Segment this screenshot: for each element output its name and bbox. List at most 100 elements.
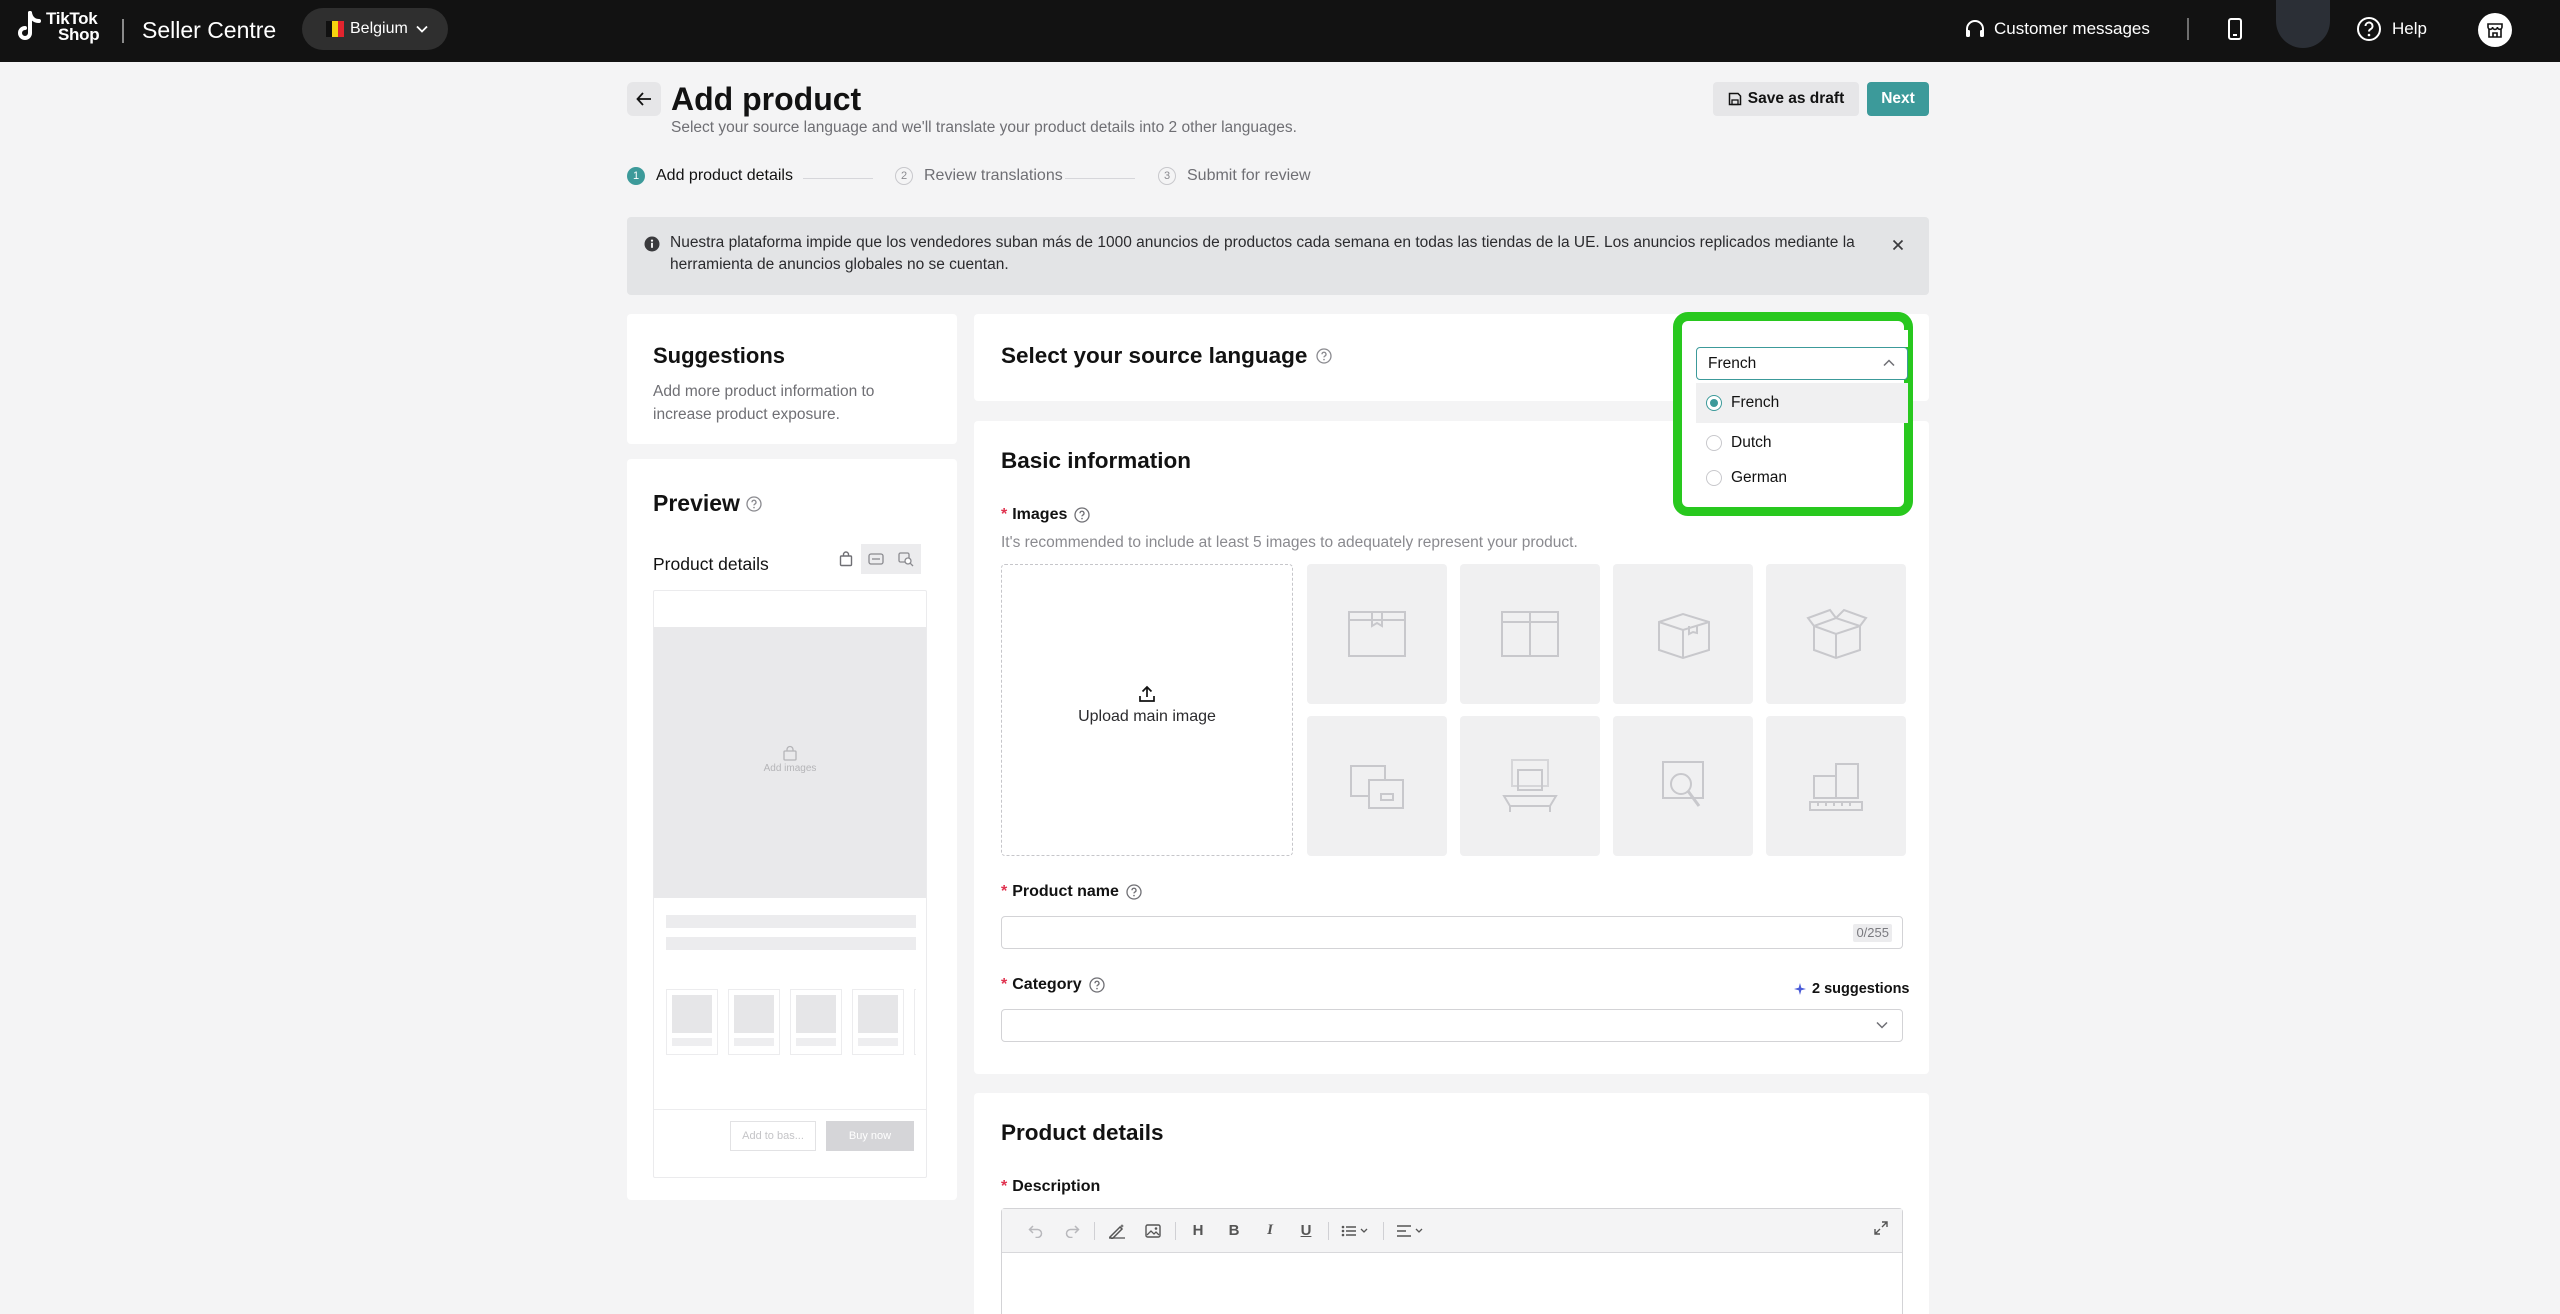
expand-icon[interactable]: [1874, 1221, 1888, 1235]
product-details-card: Product details * Description H B I U: [974, 1093, 1929, 1314]
top-nav: TikTok Shop Seller Centre Belgium Custom…: [0, 0, 2560, 62]
language-option-label: French: [1731, 394, 1780, 411]
step-label: Submit for review: [1187, 167, 1311, 184]
info-icon: [644, 236, 660, 252]
page-subtitle: Select your source language and we'll tr…: [671, 119, 1297, 136]
headset-icon: [1966, 20, 1984, 37]
redo-button[interactable]: [1054, 1216, 1090, 1246]
suggestions-card: Suggestions Add more product information…: [627, 314, 957, 444]
shop-icon[interactable]: [2478, 13, 2512, 47]
notice-text: Nuestra plataforma impide que los vended…: [670, 234, 1855, 273]
align-dropdown-button[interactable]: [1388, 1216, 1434, 1246]
box-front-icon: [1348, 611, 1406, 657]
language-option-label: Dutch: [1731, 434, 1772, 451]
logo-line-2: Shop: [58, 25, 100, 44]
source-language-dropdown-highlight: French French Dutch German: [1673, 312, 1913, 516]
image-slot-front[interactable]: [1307, 564, 1447, 704]
box-lid-icon: [1806, 608, 1868, 660]
upload-main-image[interactable]: Upload main image: [1001, 564, 1293, 856]
avatar[interactable]: [2276, 0, 2330, 48]
description-editor[interactable]: H B I U: [1001, 1208, 1903, 1314]
product-name-input[interactable]: 0/255: [1001, 916, 1903, 949]
category-suggestions-link[interactable]: 2 suggestions: [1793, 981, 1910, 997]
category-select[interactable]: [1001, 1009, 1903, 1042]
images-label-text: Images: [1012, 506, 1068, 523]
help-circle-icon: [2357, 17, 2381, 41]
step-connector: [803, 178, 873, 179]
image-slot-in-use[interactable]: [1460, 716, 1600, 856]
preview-thumbnail: [728, 989, 780, 1055]
next-button[interactable]: Next: [1867, 82, 1929, 116]
preview-image-placeholder: Add images: [654, 627, 926, 898]
image-slot-box-open-top[interactable]: [1766, 564, 1906, 704]
radio-unselected-icon: [1706, 435, 1722, 451]
category-label-text: Category: [1012, 976, 1082, 993]
help-link[interactable]: Help: [2356, 16, 2427, 42]
country-label: Belgium: [350, 20, 408, 37]
language-option-dutch[interactable]: Dutch: [1696, 423, 1908, 463]
toolbar-divider: [1094, 1221, 1095, 1240]
image-slot-packaging[interactable]: [1307, 716, 1447, 856]
customer-messages-link[interactable]: Customer messages: [1964, 16, 2150, 42]
country-selector[interactable]: Belgium: [302, 8, 448, 50]
insert-image-button[interactable]: [1135, 1216, 1171, 1246]
language-option-german[interactable]: German: [1696, 463, 1908, 493]
shopping-bag-icon: [783, 745, 797, 761]
underline-button[interactable]: U: [1288, 1216, 1324, 1246]
required-asterisk: *: [1001, 1178, 1008, 1195]
preview-card: Preview Product details Add images Add t…: [627, 459, 957, 1200]
list-dropdown-button[interactable]: [1333, 1216, 1379, 1246]
add-images-label: Add images: [763, 763, 817, 774]
image-slot-size[interactable]: [1766, 716, 1906, 856]
preview-buy-now-button: Buy now: [826, 1121, 914, 1151]
toolbar-divider: [1383, 1221, 1384, 1240]
preview-skeleton-line: [666, 937, 916, 950]
image-slot-open[interactable]: [1460, 564, 1600, 704]
box-size-icon: [1809, 763, 1863, 811]
question-circle-icon[interactable]: [1316, 348, 1333, 364]
nav-divider: [2187, 18, 2189, 40]
italic-button[interactable]: I: [1252, 1216, 1288, 1246]
preview-thumbnail: [790, 989, 842, 1055]
upload-icon: [1139, 685, 1155, 702]
packages-icon: [1350, 765, 1404, 809]
image-icon: [1145, 1223, 1161, 1238]
mobile-phone-icon[interactable]: [2225, 17, 2245, 41]
language-option-french[interactable]: French: [1696, 383, 1908, 423]
question-circle-icon[interactable]: [746, 495, 762, 512]
align-left-icon: [1397, 1224, 1423, 1237]
description-label-text: Description: [1012, 1178, 1101, 1195]
preview-live-view[interactable]: [861, 544, 891, 574]
preview-add-images: Add images: [654, 745, 926, 774]
undo-button[interactable]: [1018, 1216, 1054, 1246]
live-icon: [868, 553, 884, 565]
product-name-counter: 0/255: [1853, 924, 1892, 942]
question-circle-icon[interactable]: [1088, 977, 1105, 993]
preview-title: Preview: [653, 490, 762, 517]
box-angle-icon: [1658, 612, 1710, 660]
image-slot-angle[interactable]: [1613, 564, 1753, 704]
upload-limit-notice: Nuestra plataforma impide que los vended…: [627, 217, 1929, 295]
product-on-table-icon: [1502, 759, 1558, 812]
tiktok-shop-logo[interactable]: TikTok Shop: [16, 10, 100, 44]
question-circle-icon[interactable]: [1074, 507, 1091, 523]
preview-shop-view[interactable]: [831, 544, 861, 574]
basic-information-title: Basic information: [1001, 448, 1192, 473]
image-slot-detail[interactable]: [1613, 716, 1753, 856]
save-draft-button[interactable]: Save as draft: [1713, 82, 1859, 116]
close-icon[interactable]: [1892, 239, 1904, 251]
preview-search-view[interactable]: [891, 544, 921, 574]
question-circle-icon[interactable]: [1126, 884, 1142, 900]
bold-button[interactable]: B: [1216, 1216, 1252, 1246]
heading-button[interactable]: H: [1180, 1216, 1216, 1246]
source-language-value: French: [1708, 355, 1757, 372]
suggestions-text: Add more product information to increase…: [653, 383, 875, 423]
source-language-select[interactable]: French: [1696, 330, 1908, 380]
radio-unselected-icon: [1706, 470, 1722, 486]
ai-write-button[interactable]: [1099, 1216, 1135, 1246]
step-review-translations: 2 Review translations: [895, 167, 1063, 185]
magic-pen-icon: [1108, 1223, 1125, 1239]
brand-title: Seller Centre: [142, 17, 277, 43]
back-button[interactable]: [627, 82, 661, 116]
language-option-label: German: [1731, 469, 1787, 486]
